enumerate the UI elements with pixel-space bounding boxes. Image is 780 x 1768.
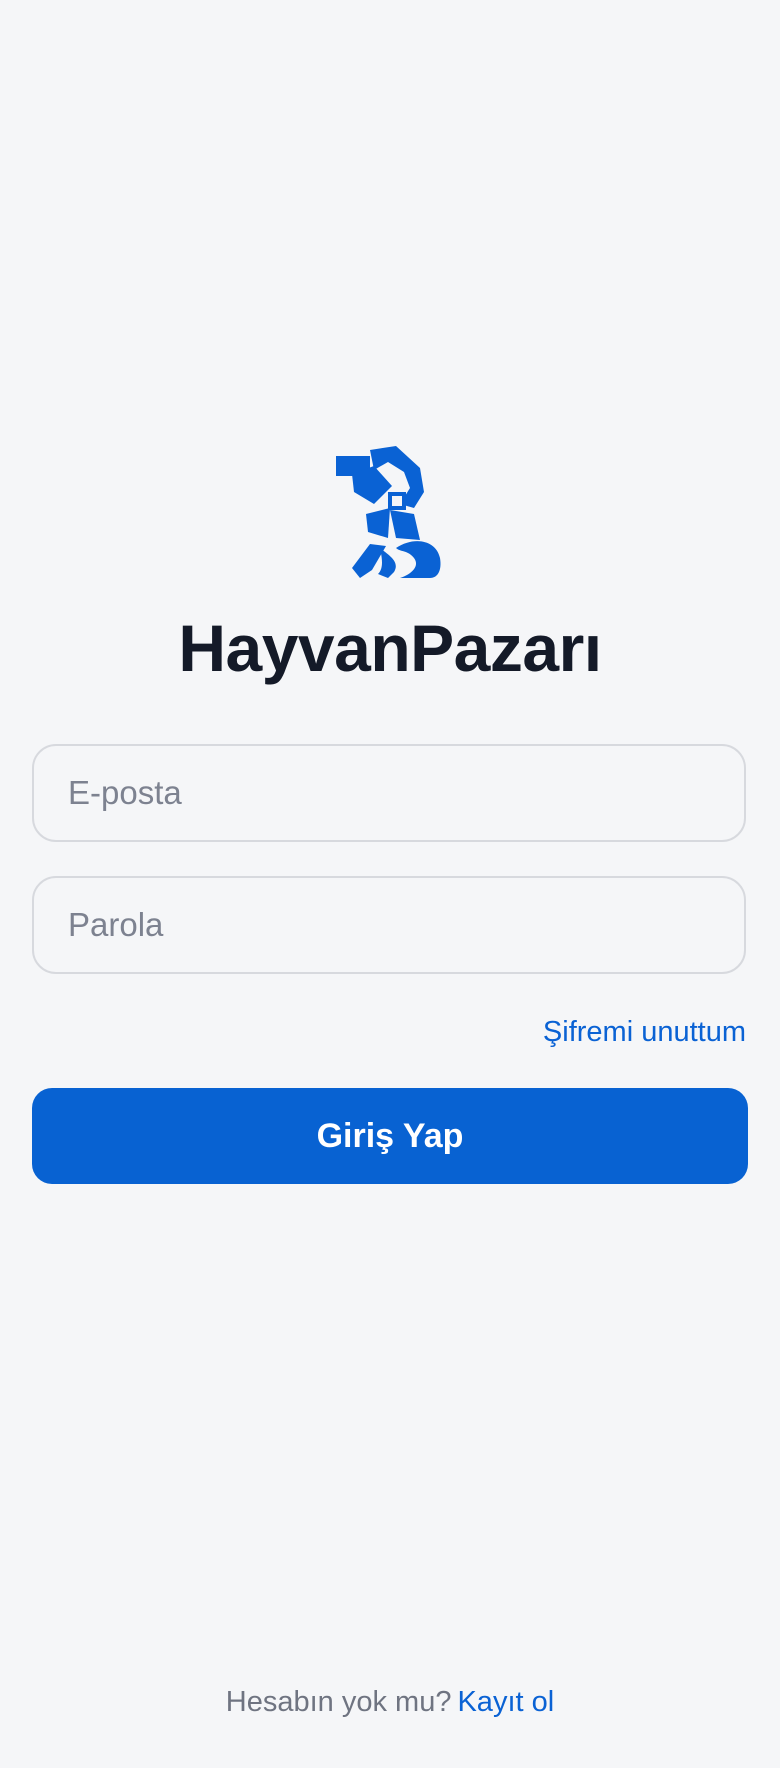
register-link[interactable]: Kayıt ol: [457, 1686, 554, 1718]
login-button[interactable]: Giriş Yap: [32, 1088, 748, 1184]
register-prompt: Hesabın yok mu? Kayıt ol: [0, 1682, 780, 1722]
email-field[interactable]: [32, 744, 746, 842]
forgot-password-link[interactable]: Şifremi unuttum: [543, 1012, 746, 1052]
password-field[interactable]: [32, 876, 746, 974]
app-title: HayvanPazarı: [178, 611, 602, 685]
app-logo-icon: [330, 444, 450, 579]
register-question: Hesabın yok mu?: [225, 1686, 452, 1718]
